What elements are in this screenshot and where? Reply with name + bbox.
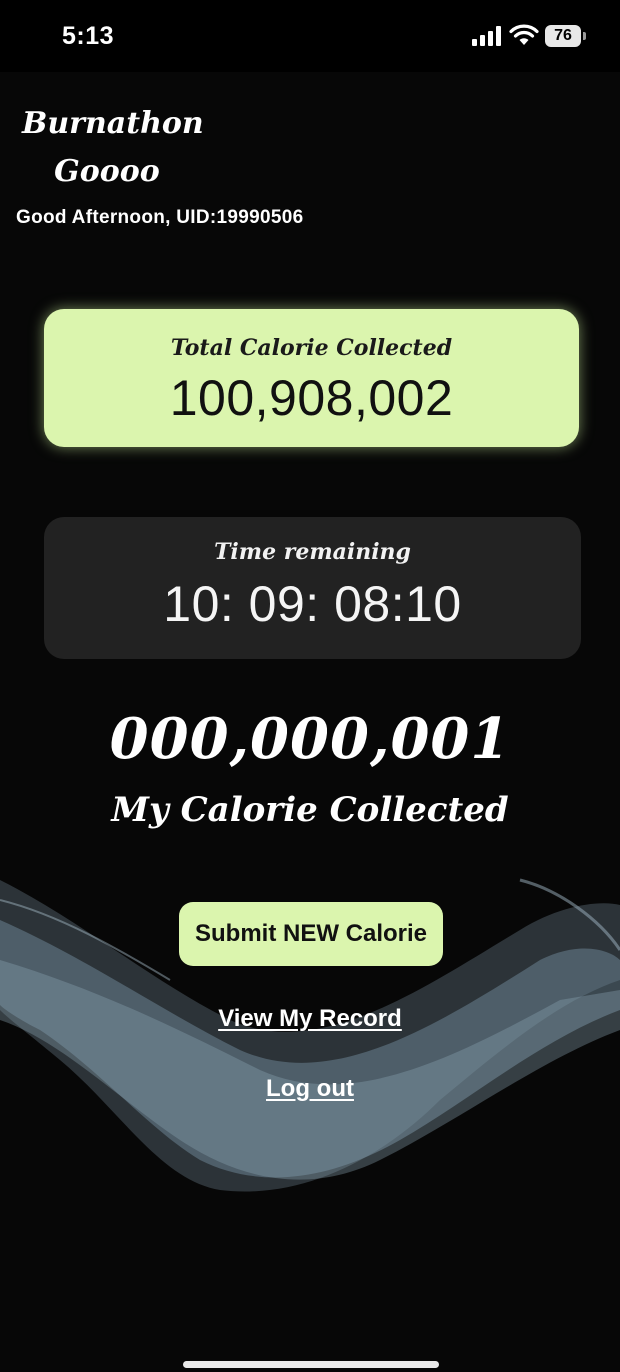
wifi-icon: [509, 24, 539, 45]
status-time: 5:13: [62, 22, 115, 50]
app-title-line-2: Goooo: [54, 154, 160, 189]
submit-new-calorie-button[interactable]: Submit NEW Calorie: [179, 902, 443, 966]
time-remaining-value: 10: 09: 08:10: [163, 576, 462, 632]
signal-icon: [472, 26, 501, 46]
greeting-text: Good Afternoon, UID:19990506: [16, 207, 304, 228]
total-calorie-label: Total Calorie Collected: [170, 335, 453, 361]
app-screen: 5:13 76 Burnathon Goooo Good Afternoon, …: [0, 0, 620, 1372]
time-remaining-label: Time remaining: [214, 539, 411, 565]
battery-tip: [583, 32, 586, 40]
view-my-record-link[interactable]: View My Record: [0, 1005, 620, 1033]
my-calorie-label: My Calorie Collected: [111, 790, 509, 830]
battery-level: 76: [554, 27, 572, 44]
total-calorie-value: 100,908,002: [169, 370, 454, 426]
battery-icon: 76: [545, 25, 587, 47]
app-title-line-1: Burnathon: [22, 106, 204, 141]
time-remaining-card: Time remaining 10: 09: 08:10: [44, 517, 581, 659]
my-calorie-value: 000,000,001: [109, 706, 511, 772]
total-calorie-card: Total Calorie Collected 100,908,002: [44, 309, 579, 447]
home-indicator[interactable]: [183, 1361, 439, 1368]
app-title: Burnathon Goooo: [22, 100, 204, 196]
status-bar: 5:13 76: [0, 0, 620, 72]
log-out-link[interactable]: Log out: [0, 1075, 620, 1103]
